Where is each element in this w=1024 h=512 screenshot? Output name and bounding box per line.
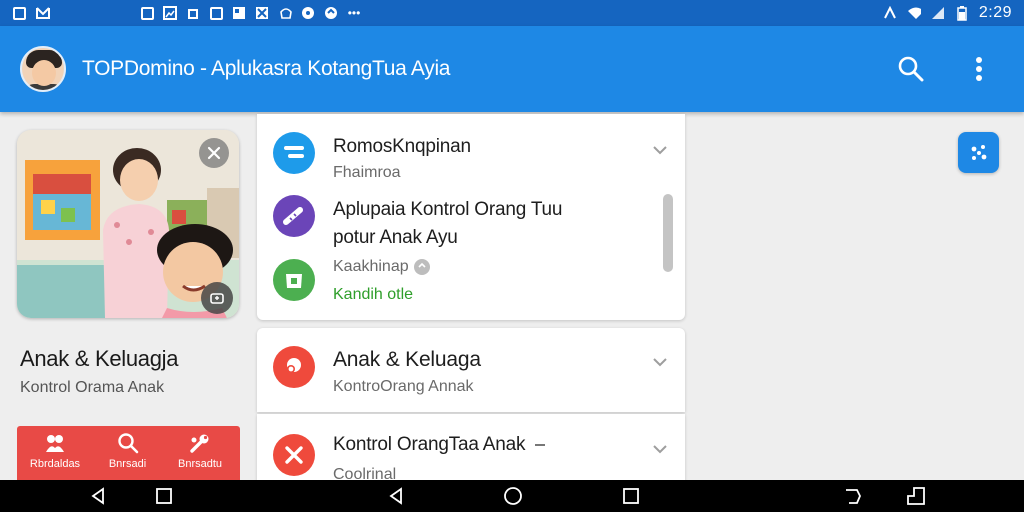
message-icon <box>140 6 154 20</box>
ruler-icon <box>273 195 315 237</box>
group-icon <box>46 435 64 452</box>
family-photo[interactable] <box>17 130 239 318</box>
app-icon <box>255 6 269 20</box>
row1-title[interactable]: RomosKnqpinan <box>333 136 471 158</box>
chevron-down-icon[interactable] <box>651 440 669 458</box>
circle-icon <box>324 6 338 20</box>
card3-title: Kontrol OrangTaa Anak <box>333 434 546 456</box>
news-icon <box>232 6 246 20</box>
image-icon <box>163 6 177 20</box>
settings-card: RomosKnqpinan Fhaimroa Aplupaia Kontrol … <box>257 114 685 320</box>
scrollbar[interactable] <box>663 194 673 272</box>
app-title: TOPDomino - Aplukasra KotangTua Ayia <box>82 57 451 80</box>
app-bar: TOPDomino - Aplukasra KotangTua Ayia <box>0 26 1024 112</box>
switch-camera-icon[interactable] <box>201 282 233 314</box>
back-icon[interactable] <box>88 486 108 506</box>
card2-subtitle: KontroOrang Annak <box>333 378 474 395</box>
action-button-1[interactable]: Rbrdaldas <box>25 432 85 480</box>
back-icon[interactable] <box>386 486 406 506</box>
screenshot-icon[interactable] <box>906 486 926 506</box>
left-panel-subtitle: Kontrol Orama Anak <box>20 379 165 396</box>
row2-title-line1[interactable]: Aplupaia Kontrol Orang Tuu <box>333 199 562 221</box>
sync-icon <box>186 6 200 20</box>
tools-icon <box>273 434 315 476</box>
row3-title-text: Kaakhinap <box>333 258 409 276</box>
battery-icon <box>955 5 969 21</box>
row2-title-line2[interactable]: potur Anak Ayu <box>333 227 458 249</box>
badge-icon <box>414 259 431 275</box>
avatar[interactable] <box>20 46 66 92</box>
card2-title: Anak & Keluaga <box>333 348 481 371</box>
search-icon[interactable] <box>896 54 926 84</box>
list-icon <box>273 132 315 174</box>
card3-title-text: Kontrol OrangTaa Anak <box>333 434 526 455</box>
recents-icon[interactable] <box>621 486 641 506</box>
gmail-icon <box>36 6 50 20</box>
close-icon[interactable] <box>199 138 229 168</box>
action-button-2[interactable]: Bnrsadi <box>98 432 158 480</box>
shield-icon <box>278 6 292 20</box>
status-bar: ••• 2:29 <box>0 0 1024 26</box>
action-label: Rbrdaldas <box>29 458 81 470</box>
wifi-icon <box>907 6 921 20</box>
row3-title[interactable]: Kaakhinap <box>333 258 431 276</box>
row1-subtitle: Fhaimroa <box>333 164 401 181</box>
dash-divider <box>535 443 546 446</box>
chevron-down-icon[interactable] <box>651 353 669 371</box>
rotate-icon[interactable] <box>843 486 863 506</box>
nfc-icon <box>883 6 897 20</box>
family-card[interactable]: Anak & Keluaga KontroOrang Annak <box>257 328 685 412</box>
photo-icon <box>12 6 26 20</box>
action-strip: Rbrdaldas Bnrsadi Bnrsadtu <box>17 426 240 480</box>
location-icon <box>301 6 315 20</box>
store-icon <box>273 259 315 301</box>
tools-icon <box>190 434 209 453</box>
chevron-down-icon[interactable] <box>651 141 669 159</box>
grid-icon[interactable] <box>958 132 999 173</box>
nav-bar <box>0 480 1024 512</box>
family-icon <box>273 346 315 388</box>
recents-icon[interactable] <box>154 486 174 506</box>
action-label: Bnrsadtu <box>177 458 223 470</box>
more-vert-icon[interactable] <box>964 54 994 84</box>
home-icon[interactable] <box>503 486 523 506</box>
clock-text: 2:29 <box>978 4 1012 21</box>
signal-icon <box>931 6 945 20</box>
control-card[interactable]: Kontrol OrangTaa Anak Coolrinal <box>257 414 685 484</box>
search-icon <box>117 433 138 454</box>
left-panel-title: Anak & Keluagja <box>20 346 179 371</box>
more-icon: ••• <box>347 6 361 20</box>
action-label: Bnrsadi <box>108 458 147 470</box>
calendar-icon <box>209 6 223 20</box>
action-button-3[interactable]: Bnrsadtu <box>170 432 230 480</box>
row3-status: Kandih otle <box>333 286 414 303</box>
